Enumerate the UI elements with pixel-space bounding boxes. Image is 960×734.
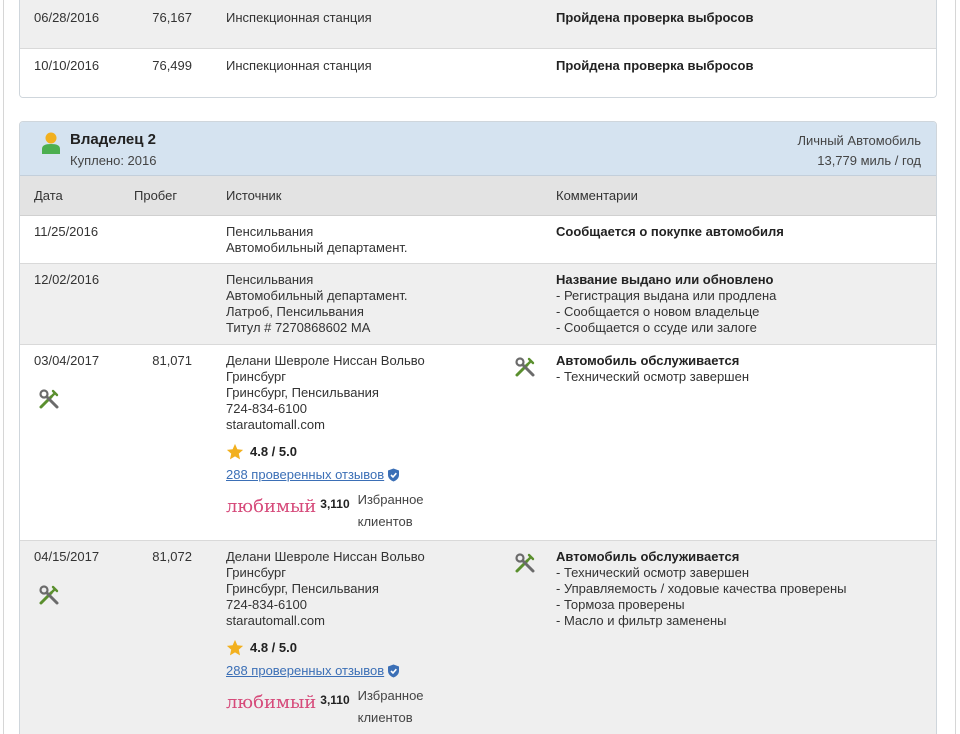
record-source: Пенсильвания Автомобильный департамент.: [226, 224, 506, 256]
service-tools-icon: [515, 553, 535, 573]
dealer-name: Делани Шевроле Ниссан Вольво: [226, 549, 425, 564]
owner-2-card: Владелец 2 Куплено: 2016 Личный Автомоби…: [19, 121, 937, 734]
record-odometer: 76,167: [152, 10, 192, 25]
page-right-border: [955, 0, 956, 734]
column-header-comments: Комментарии: [556, 188, 638, 203]
service-tools-icon: [39, 585, 59, 605]
dealer-reviews: 288 проверенных отзывов: [226, 663, 506, 679]
favorite-count: 3,110: [320, 693, 350, 707]
dealer-rating: 4.8 / 5.0: [226, 443, 506, 461]
record-source: Делани Шевроле Ниссан Вольво Гринсбург Г…: [226, 353, 506, 533]
source-line: Автомобильный департамент.: [226, 240, 408, 255]
record-comment: Пройдена проверка выбросов: [556, 58, 754, 73]
table-row: 10/10/2016 76,499 Инспекционная станция …: [20, 49, 936, 97]
service-tools-icon: [515, 357, 535, 377]
service-tools-icon: [39, 389, 59, 409]
source-line: Гринсбург, Пенсильвания: [226, 385, 379, 400]
owner-vehicle-type: Личный Автомобиль: [797, 133, 921, 148]
source-line: Гринсбург, Пенсильвания: [226, 581, 379, 596]
source-line: Гринсбург: [226, 565, 286, 580]
source-line: Пенсильвания: [226, 272, 314, 287]
favorite-label-line: клиентов: [357, 514, 413, 529]
table-header: Дата Пробег Источник Комментарии: [20, 176, 936, 216]
record-comment-title: Название выдано или обновлено: [556, 272, 774, 287]
record-odometer: 76,499: [152, 58, 192, 73]
record-date: 06/28/2016: [34, 10, 100, 25]
favorite-logo: любимый: [226, 692, 317, 713]
comment-item: - Регистрация выдана или продлена: [556, 288, 777, 303]
verified-reviews-link[interactable]: 288 проверенных отзывов: [226, 467, 384, 483]
dealer-website: starautomall.com: [226, 613, 325, 628]
record-date: 11/25/2016: [34, 224, 99, 239]
source-line: Гринсбург: [226, 369, 286, 384]
star-icon: [226, 443, 244, 460]
dealer-name: Делани Шевроле Ниссан Вольво: [226, 353, 425, 368]
owner-purchase-year: Куплено: 2016: [70, 153, 157, 168]
dealer-phone: 724-834-6100: [226, 401, 307, 416]
favorite-label-line: Избранное: [357, 492, 424, 507]
comment-item: - Технический осмотр завершен: [556, 369, 750, 384]
record-comment: Пройдена проверка выбросов: [556, 10, 754, 25]
owner-title: Владелец 2: [70, 131, 156, 148]
table-row: 06/28/2016 76,167 Инспекционная станция …: [20, 0, 936, 49]
record-odometer: 81,071: [152, 353, 192, 368]
source-line: Латроб, Пенсильвания: [226, 304, 364, 319]
record-date: 03/04/2017: [34, 353, 100, 368]
rating-value: 4.8 / 5.0: [250, 444, 297, 459]
column-header-source: Источник: [226, 188, 282, 203]
record-date: 04/15/2017: [34, 549, 100, 564]
dealer-website: starautomall.com: [226, 417, 325, 432]
table-row: 11/25/2016 Пенсильвания Автомобильный де…: [20, 216, 936, 264]
comment-item: - Технический осмотр завершен: [556, 565, 750, 580]
table-row: 04/15/2017 81,072 Делани Шевроле Ниссан …: [20, 541, 936, 734]
record-source: Инспекционная станция: [226, 10, 372, 25]
favorite-logo: любимый: [226, 496, 317, 517]
comment-item: - Управляемость / ходовые качества прове…: [556, 581, 847, 596]
person-icon: [42, 132, 60, 154]
record-source: Инспекционная станция: [226, 58, 372, 73]
record-comment: Автомобиль обслуживается - Технический о…: [556, 353, 926, 385]
comment-item: - Тормоза проверены: [556, 597, 685, 612]
table-row: 03/04/2017 81,071 Делани Шевроле Ниссан …: [20, 345, 936, 541]
record-comment-title: Автомобиль обслуживается: [556, 549, 740, 564]
dealer-rating: 4.8 / 5.0: [226, 639, 506, 657]
favorite-badge: любимый 3,110 Избранное клиентов: [226, 489, 506, 533]
rating-value: 4.8 / 5.0: [250, 640, 297, 655]
comment-item: - Сообщается о ссуде или залоге: [556, 320, 757, 335]
owner-header: Владелец 2 Куплено: 2016 Личный Автомоби…: [20, 122, 936, 176]
source-line: Автомобильный департамент.: [226, 288, 408, 303]
star-icon: [226, 639, 244, 656]
table-row: 12/02/2016 Пенсильвания Автомобильный де…: [20, 264, 936, 345]
favorite-count: 3,110: [320, 497, 350, 511]
owner-miles-per-year: 13,779 миль / год: [817, 153, 921, 168]
favorite-badge: любимый 3,110 Избранное клиентов: [226, 685, 506, 729]
record-source: Пенсильвания Автомобильный департамент. …: [226, 272, 506, 336]
comment-item: - Масло и фильтр заменены: [556, 613, 727, 628]
record-comment: Название выдано или обновлено - Регистра…: [556, 272, 926, 336]
column-header-odometer: Пробег: [134, 188, 178, 203]
page-left-border: [3, 0, 4, 734]
record-comment-title: Автомобиль обслуживается: [556, 353, 740, 368]
verified-shield-icon: [388, 468, 400, 482]
verified-shield-icon: [388, 664, 400, 678]
favorite-label-line: Избранное: [357, 688, 424, 703]
column-header-date: Дата: [34, 188, 63, 203]
source-line: Титул # 7270868602 MA: [226, 320, 371, 335]
comment-item: - Сообщается о новом владельце: [556, 304, 760, 319]
favorite-label: Избранное клиентов: [358, 489, 424, 533]
favorite-label: Избранное клиентов: [358, 685, 424, 729]
owner-1-records-card: 06/28/2016 76,167 Инспекционная станция …: [19, 0, 937, 98]
record-date: 10/10/2016: [34, 58, 100, 73]
dealer-reviews: 288 проверенных отзывов: [226, 467, 506, 483]
favorite-label-line: клиентов: [357, 710, 413, 725]
dealer-phone: 724-834-6100: [226, 597, 307, 612]
source-line: Пенсильвания: [226, 224, 314, 239]
record-source: Делани Шевроле Ниссан Вольво Гринсбург Г…: [226, 549, 506, 729]
record-date: 12/02/2016: [34, 272, 100, 287]
record-comment-title: Сообщается о покупке автомобиля: [556, 224, 784, 239]
verified-reviews-link[interactable]: 288 проверенных отзывов: [226, 663, 384, 679]
record-odometer: 81,072: [152, 549, 192, 564]
record-comment: Автомобиль обслуживается - Технический о…: [556, 549, 926, 629]
